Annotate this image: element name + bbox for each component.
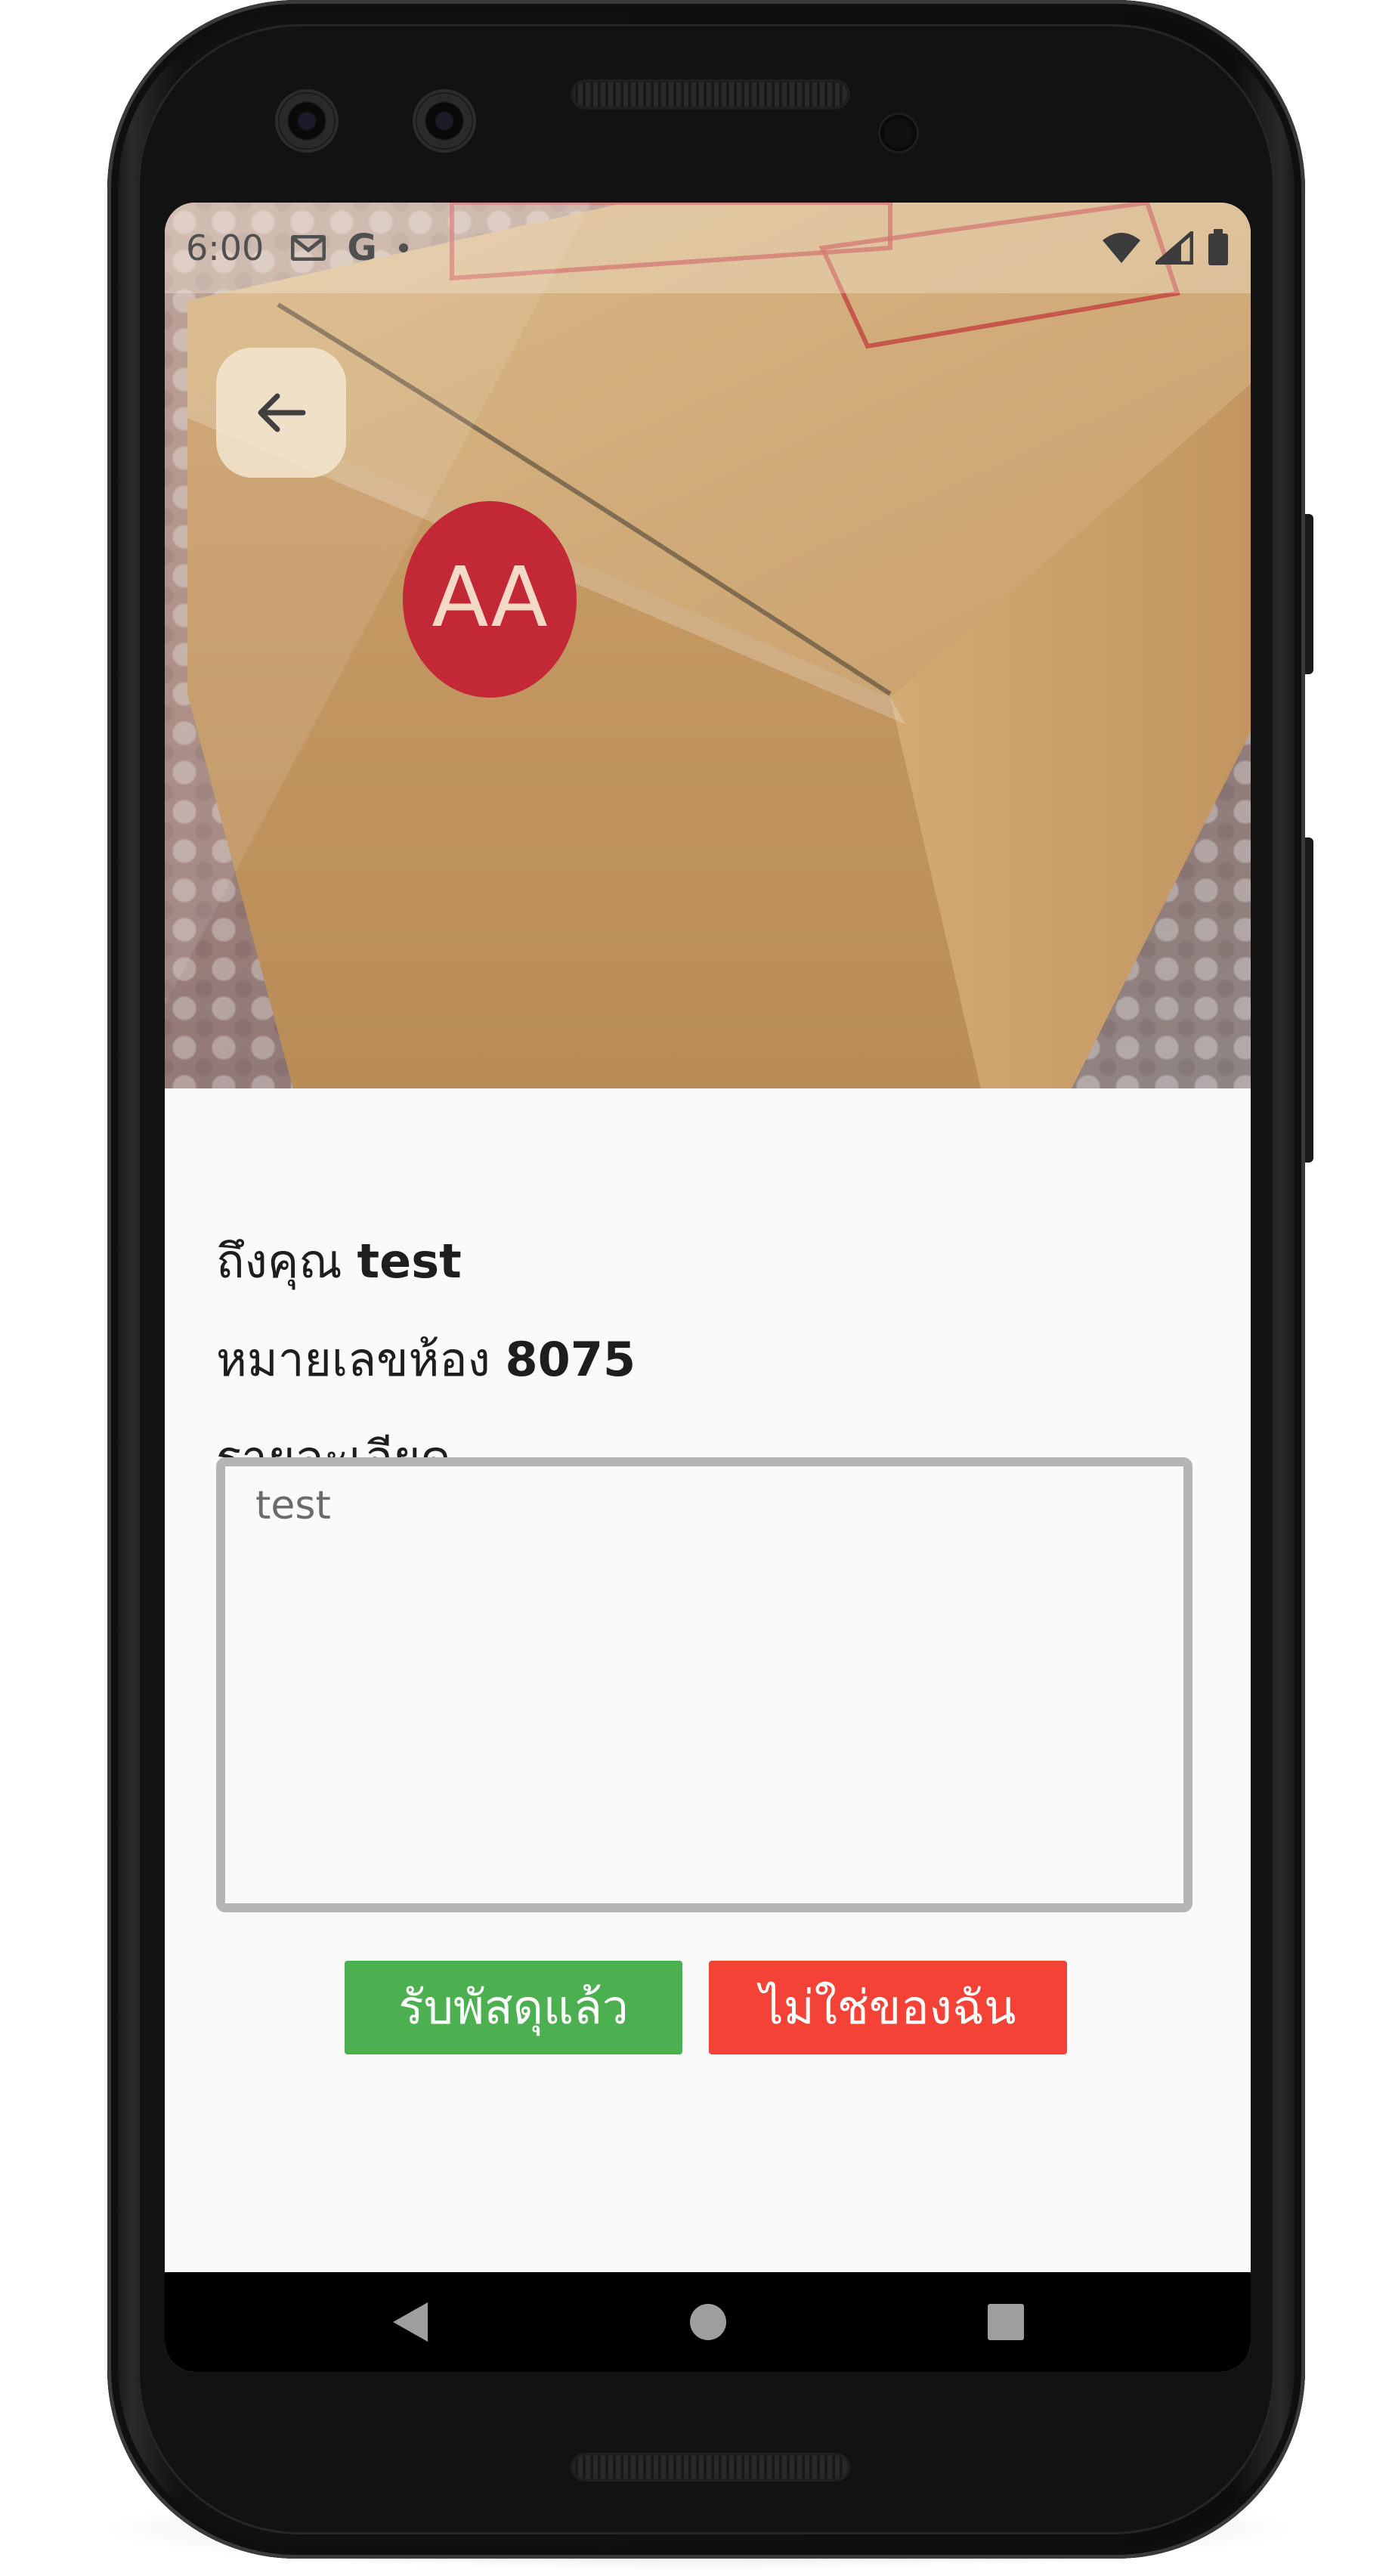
- battery-icon: [1208, 229, 1228, 265]
- room-number: 8075: [505, 1332, 636, 1387]
- google-icon: G: [347, 227, 377, 269]
- front-camera-icon: [275, 89, 339, 153]
- recipient-line: ถึงคุณ test: [216, 1225, 462, 1299]
- proximity-sensor: [878, 113, 919, 153]
- not-mine-button[interactable]: ไม่ใช่ของฉัน: [709, 1961, 1067, 2054]
- parcel-image: AA 6:00 G: [165, 203, 1251, 1088]
- status-system-icons: [1101, 229, 1230, 267]
- earpiece-speaker: [571, 79, 850, 110]
- cardboard-box-illustration: AA: [187, 203, 1251, 1088]
- back-button[interactable]: [216, 348, 346, 478]
- nav-home-button[interactable]: [659, 2272, 757, 2372]
- recipient-prefix: ถึงคุณ: [216, 1234, 342, 1289]
- gmail-icon: [291, 235, 326, 261]
- room-prefix: หมายเลขห้อง: [216, 1332, 490, 1387]
- status-notification-icons: G: [291, 227, 408, 269]
- received-button[interactable]: รับพัสดุแล้ว: [345, 1961, 682, 2054]
- nav-home-icon: [690, 2304, 726, 2340]
- details-textarea[interactable]: test: [216, 1457, 1192, 1912]
- app-screen: AA 6:00 G ถึงคุณ test หมายเลขห้อง 8075 t…: [165, 203, 1251, 2372]
- status-time: 6:00: [186, 228, 264, 268]
- sticker: AA: [403, 501, 577, 698]
- wifi-icon: [1103, 233, 1140, 263]
- room-line: หมายเลขห้อง 8075: [216, 1323, 636, 1397]
- nav-recents-button[interactable]: [957, 2272, 1055, 2372]
- sticker-text: AA: [432, 549, 548, 646]
- arrow-back-icon: [258, 393, 306, 432]
- not-mine-button-label: ไม่ใช่ของฉัน: [759, 1980, 1016, 2035]
- notification-dot-icon: [398, 243, 408, 252]
- recipient-name: test: [357, 1234, 462, 1289]
- nav-back-icon: [393, 2302, 428, 2342]
- status-bar: 6:00 G: [165, 203, 1251, 293]
- nav-recents-icon: [988, 2304, 1024, 2340]
- system-nav-bar: [165, 2272, 1251, 2372]
- bottom-speaker: [571, 2453, 850, 2482]
- cell-signal-icon: [1155, 231, 1193, 265]
- nav-back-button[interactable]: [361, 2272, 459, 2372]
- front-camera-icon: [413, 89, 476, 153]
- received-button-label: รับพัสดุแล้ว: [398, 1980, 629, 2035]
- details-value: test: [255, 1483, 331, 1528]
